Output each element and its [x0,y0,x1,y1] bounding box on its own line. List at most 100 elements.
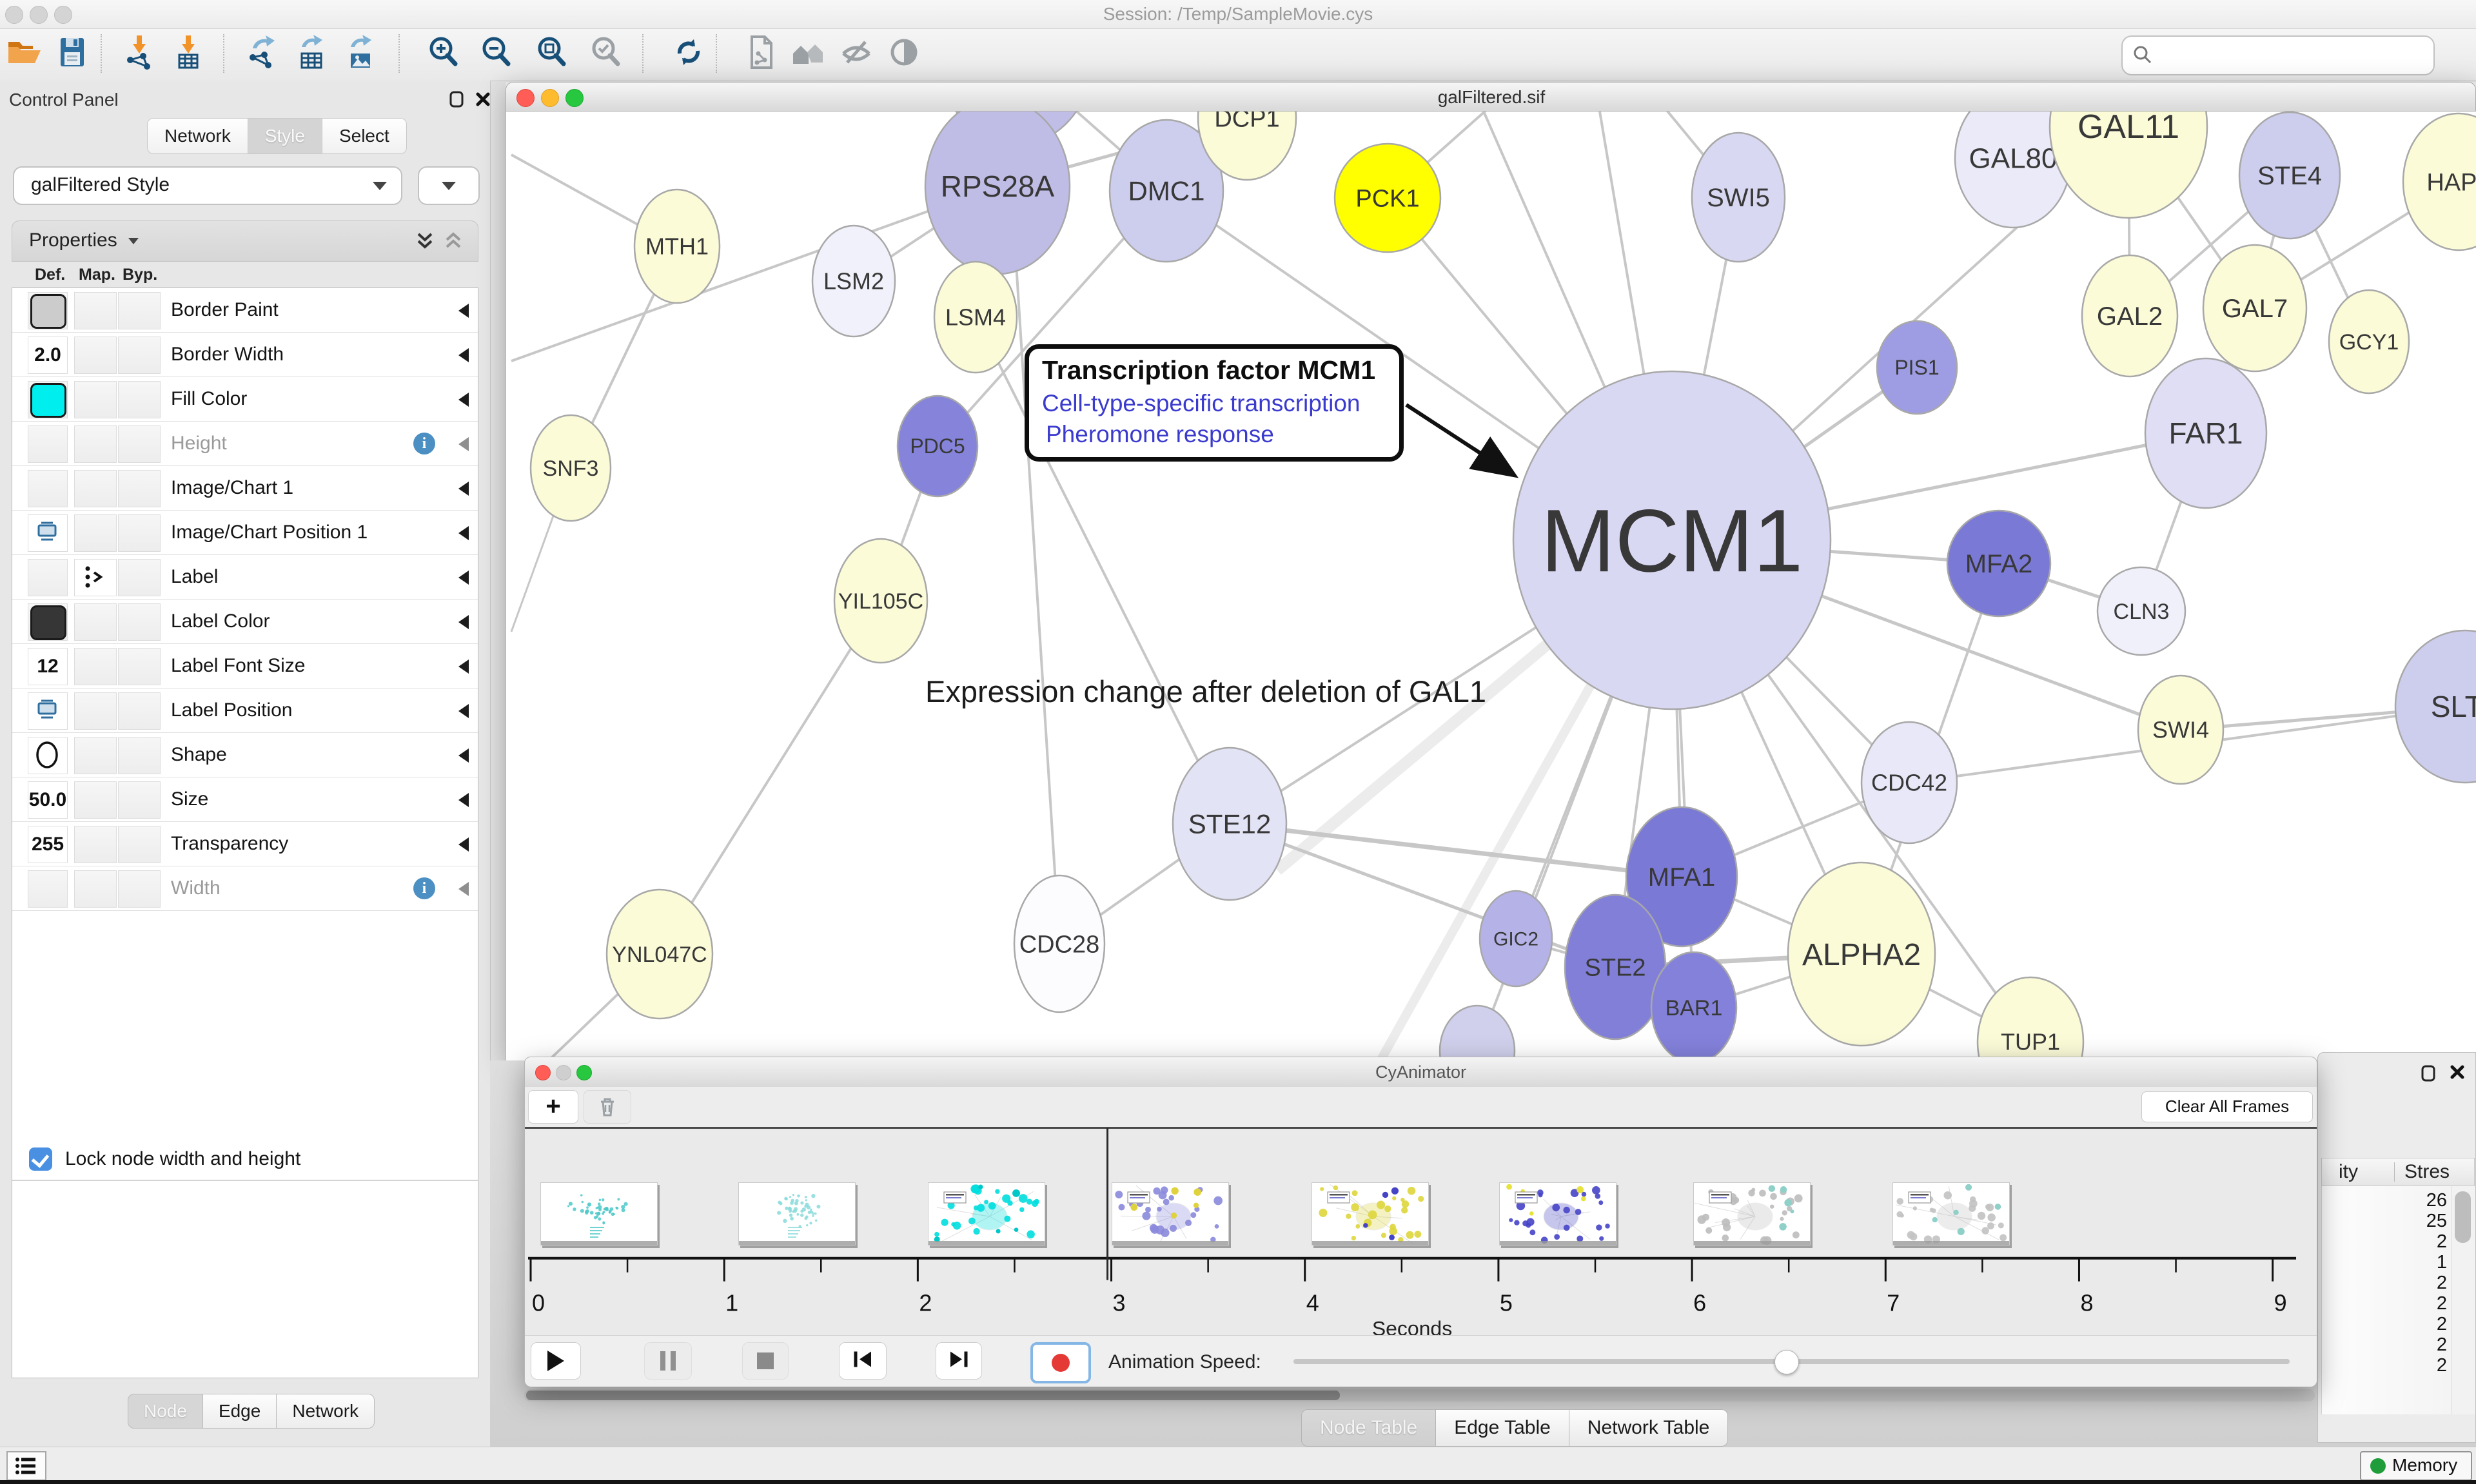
network-node-ste2[interactable]: STE2 [1565,895,1665,1039]
bypass-cell[interactable] [118,381,161,418]
collapse-row-arrow-icon[interactable] [458,704,469,718]
mapping-cell[interactable] [74,470,117,507]
mapping-cell[interactable] [74,425,117,463]
tab-node[interactable]: Node [128,1394,203,1429]
import-table-icon[interactable] [170,34,206,74]
table-cell-value[interactable]: 2 [2408,1273,2447,1294]
default-value-cell[interactable]: 255 [28,826,68,863]
default-value-cell[interactable] [28,603,68,641]
bypass-cell[interactable] [118,337,161,374]
network-node-pis1[interactable]: PIS1 [1877,321,1957,414]
table-cell-value[interactable]: 26 [2408,1190,2447,1211]
property-row-fill-color[interactable]: Fill Color [12,377,478,422]
network-node-ste4[interactable]: STE4 [2239,112,2340,239]
property-row-label-color[interactable]: Label Color [12,600,478,644]
annotation-arrow[interactable] [1406,405,1512,474]
tab-node-table[interactable]: Node Table [1301,1409,1436,1447]
default-value-cell[interactable] [28,692,68,730]
open-session-icon[interactable] [6,34,43,74]
default-value-cell[interactable] [28,514,68,552]
collapse-row-arrow-icon[interactable] [458,348,469,362]
property-row-label-position[interactable]: Label Position [12,688,478,733]
collapse-row-arrow-icon[interactable] [458,659,469,674]
birds-eye-icon[interactable] [886,34,922,74]
bypass-cell[interactable] [118,648,161,685]
table-cell-value[interactable]: 2 [2408,1334,2447,1356]
collapse-row-arrow-icon[interactable] [458,571,469,585]
mapping-cell[interactable] [74,781,117,819]
column-divider[interactable] [2394,1162,2395,1182]
table-column-ity[interactable]: ity [2326,1158,2358,1186]
property-row-size[interactable]: 50.0Size [12,777,478,822]
frame-thumbnail-2[interactable] [738,1182,856,1245]
bypass-cell[interactable] [118,514,161,552]
default-value-cell[interactable] [28,559,68,596]
network-node-ste12[interactable]: STE12 [1173,748,1286,900]
cyanimator-timeline[interactable] [525,1129,2317,1335]
network-node-lsm2[interactable]: LSM2 [812,226,895,337]
default-value-cell[interactable] [28,292,68,329]
property-row-border-paint[interactable]: Border Paint [12,288,478,333]
clear-all-frames-button[interactable]: Clear All Frames [2141,1091,2313,1122]
network-node-ynl047c[interactable]: YNL047C [607,890,712,1019]
property-row-width[interactable]: Widthi [12,866,478,911]
default-value-cell[interactable] [28,870,68,908]
table-cell-value[interactable]: 2 [2408,1231,2447,1253]
network-node-gcy1[interactable]: GCY1 [2329,290,2409,393]
float-panel-icon[interactable] [447,90,467,112]
mapping-cell[interactable] [74,737,117,774]
network-graph[interactable]: RPS28ADMC1DCP1PCK1MTH1LSM2LSM4SWI5GAL80G… [506,112,2476,1060]
tab-edge[interactable]: Edge [203,1394,277,1429]
table-cell-value[interactable]: 2 [2408,1314,2447,1335]
collapse-row-arrow-icon[interactable] [458,304,469,318]
network-node-yil105c[interactable]: YIL105C [834,539,927,663]
cyanimator-titlebar[interactable]: CyAnimator [525,1057,2317,1088]
frame-thumbnail-4[interactable] [1112,1182,1229,1245]
frame-thumbnail-3[interactable] [928,1182,1045,1245]
network-node-lsm4[interactable]: LSM4 [934,262,1017,373]
record-button[interactable] [1030,1342,1091,1383]
table-horizontal-scrollbar-thumb[interactable] [526,1391,1340,1400]
frame-thumbnail-8[interactable] [1892,1182,2010,1245]
task-history-button[interactable] [6,1451,46,1481]
float-table-panel-icon[interactable] [2419,1064,2439,1086]
close-table-panel-icon[interactable] [2448,1062,2467,1085]
properties-header[interactable]: Properties [12,220,478,262]
mapping-cell[interactable] [74,514,117,552]
zoom-selected-icon[interactable] [588,34,624,74]
network-node-alpha2[interactable]: ALPHA2 [1788,863,1935,1046]
property-row-transparency[interactable]: 255Transparency [12,822,478,866]
mapping-cell[interactable] [74,381,117,418]
expand-all-icon[interactable] [415,230,435,255]
tab-edge-table[interactable]: Edge Table [1436,1409,1569,1447]
collapse-row-arrow-icon[interactable] [458,526,469,540]
default-value-cell[interactable] [28,381,68,418]
table-cell-value[interactable]: 25 [2408,1211,2447,1232]
zoom-fit-icon[interactable] [534,34,570,74]
export-image-icon[interactable] [343,34,379,74]
tab-network[interactable]: Network [147,118,248,154]
collapse-row-arrow-icon[interactable] [458,837,469,852]
animation-speed-slider-thumb[interactable] [1774,1350,1799,1374]
network-window-titlebar[interactable]: galFiltered.sif [506,82,2476,112]
mapping-cell[interactable] [74,603,117,641]
network-node-mfa2[interactable]: MFA2 [1947,511,2050,616]
go-to-end-button[interactable] [936,1342,982,1380]
collapse-row-arrow-icon[interactable] [458,437,469,451]
collapse-row-arrow-icon[interactable] [458,615,469,629]
hide-graphics-details-icon[interactable] [838,34,874,74]
property-row-image-chart-position-1[interactable]: Image/Chart Position 1 [12,511,478,555]
table-cell-value[interactable]: 2 [2408,1293,2447,1314]
bypass-cell[interactable] [118,826,161,863]
frame-thumbnail-1[interactable] [540,1182,658,1245]
bypass-cell[interactable] [118,603,161,641]
bypass-cell[interactable] [118,737,161,774]
default-value-cell[interactable]: 2.0 [28,337,68,374]
network-node-mcm1[interactable]: MCM1 [1513,371,1831,709]
annotation-link-2[interactable]: Pheromone response [1046,421,1274,448]
mapping-cell[interactable] [74,870,117,908]
frame-thumbnail-6[interactable] [1499,1182,1616,1245]
default-value-cell[interactable]: 12 [28,648,68,685]
network-node-partial[interactable] [1440,1006,1515,1060]
property-row-image-chart-1[interactable]: Image/Chart 1 [12,466,478,511]
